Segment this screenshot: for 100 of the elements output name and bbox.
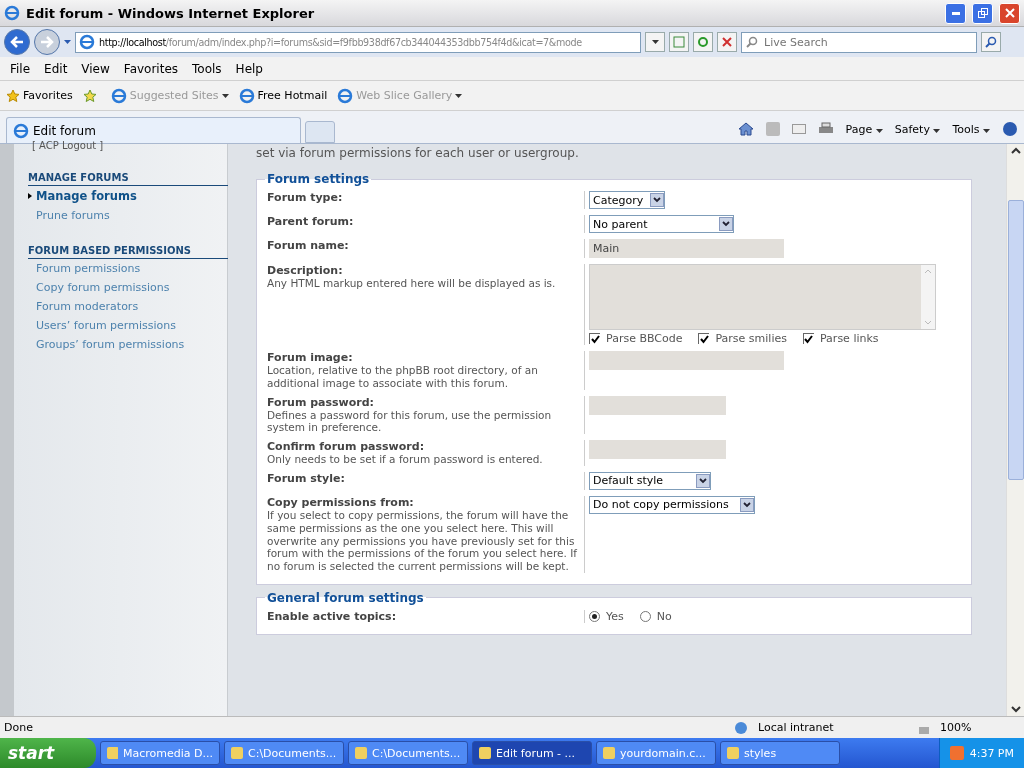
logout-link[interactable]: [ ACP Logout ]: [28, 140, 227, 152]
close-button[interactable]: [999, 2, 1020, 24]
clock: 4:37 PM: [969, 746, 1014, 760]
field-explanation: Location, relative to the phpBB root directory, of an additional image to associate with this forum.: [267, 364, 539, 390]
menu-item[interactable]: Edit: [38, 59, 74, 78]
restore-button[interactable]: [972, 2, 993, 24]
address-field[interactable]: http://localhost/forum/adm/index.php?i=forums&sid=f9fbb938df67cb344044353dbb754f4d&icat=7&mode: [75, 31, 641, 53]
minimize-icon: [951, 11, 960, 15]
panel-legend: General forum settings: [265, 590, 426, 605]
window-title: Edit forum - Windows Internet Explorer: [26, 5, 316, 21]
sidebar-link[interactable]: Copy forum permissions: [28, 278, 227, 297]
dropdown-select[interactable]: No parent: [589, 215, 734, 233]
sidebar-heading: FORUM BASED PERMISSIONS: [28, 243, 228, 259]
app-icon: [479, 747, 491, 759]
minimize-button[interactable]: [945, 2, 966, 24]
dropdown-select[interactable]: Category: [589, 191, 665, 209]
field-explanation: Defines a password for this forum, use the permission system in preference.: [267, 408, 553, 435]
checkbox-label: Parse smilies: [715, 332, 787, 345]
field-label: Confirm forum password:: [267, 440, 426, 454]
menu-item[interactable]: Favorites: [117, 59, 185, 78]
bullet-icon: [28, 193, 32, 199]
caret-icon: [221, 93, 229, 98]
printer-icon[interactable]: [817, 122, 834, 136]
scrollbar-drawing: [921, 265, 935, 329]
text-field[interactable]: [589, 440, 726, 460]
checkbox[interactable]: [803, 333, 814, 344]
restore-icon: [977, 8, 988, 18]
browser-logo-icon: [337, 87, 354, 104]
checkbox[interactable]: [698, 333, 710, 344]
dropdown-select[interactable]: Default style: [589, 472, 711, 490]
mail-icon[interactable]: [791, 124, 806, 134]
intro-text: set via forum permissions for each user or usergroup.: [256, 146, 580, 160]
checkbox-label: Parse BBCode: [606, 332, 683, 345]
caret-icon: [875, 128, 883, 133]
back-button[interactable]: [4, 29, 30, 55]
command-menu[interactable]: Safety: [894, 122, 941, 136]
menu-item[interactable]: Tools: [186, 59, 228, 78]
dropdown-select[interactable]: Do not copy permissions: [589, 496, 755, 514]
panel-legend: Forum settings: [265, 172, 372, 186]
app-icon: [107, 747, 118, 759]
scroll-thumb[interactable]: [1007, 200, 1024, 480]
browser-logo-icon: [110, 87, 127, 104]
field-label: Enable active topics:: [267, 609, 398, 623]
radio-label: Yes: [606, 609, 624, 623]
sidebar-link[interactable]: Manage forums: [28, 186, 227, 206]
field-explanation: Any HTML markup entered here will be displayed as is.: [267, 277, 557, 290]
checkbox-label: Parse links: [820, 332, 879, 345]
field-explanation: If you select to copy permissions, the forum will have the same permissions as the one you select here. This will overwrite any permissions you have previously set for this forum with the permissions of the forum you select here. If no forum is selected the current permissions will be kept.: [267, 509, 578, 573]
search-icon: [746, 36, 758, 48]
refresh-button[interactable]: [693, 32, 713, 52]
caret-icon: [983, 128, 990, 133]
sidebar-link[interactable]: Prune forums: [28, 206, 227, 225]
taskbar-button[interactable]: Edit forum - ...: [472, 741, 592, 765]
favorites-button[interactable]: Favorites: [6, 88, 73, 103]
text-field[interactable]: [589, 395, 726, 415]
zoom-level[interactable]: 100%: [940, 721, 1020, 734]
text-field[interactable]: Main: [589, 239, 784, 258]
close-icon: [1004, 8, 1015, 18]
sidebar-heading: MANAGE FORUMS: [28, 170, 228, 186]
field-label: Copy permissions from:: [267, 496, 415, 509]
caret-icon: [64, 40, 71, 44]
field-label: Description:: [267, 264, 344, 277]
radio-label: No: [656, 609, 672, 623]
menu-item[interactable]: Help: [229, 59, 269, 78]
address-dropdown-button[interactable]: [645, 32, 665, 52]
browser-logo-icon: [13, 122, 29, 139]
radio-button[interactable]: [589, 610, 600, 622]
menu-item[interactable]: View: [75, 59, 116, 78]
browser-logo-icon: [4, 5, 20, 21]
field-label: Parent forum:: [267, 215, 355, 228]
caret-icon: [933, 128, 941, 133]
sidebar-link[interactable]: Groups’ forum permissions: [28, 335, 227, 354]
checkbox[interactable]: [589, 333, 600, 344]
security-zone: Local intranet: [758, 721, 835, 734]
left-arrow-icon: [10, 36, 24, 48]
field-label: Forum image:: [267, 351, 354, 364]
scrollbar[interactable]: [1006, 144, 1024, 716]
radio-button[interactable]: [639, 610, 651, 622]
menu-item[interactable]: File: [4, 59, 37, 78]
field-explanation: Only needs to be set if a forum password is entered.: [267, 453, 544, 466]
caret-icon: [651, 40, 659, 44]
sidebar-link[interactable]: Forum moderators: [28, 297, 227, 316]
command-menu[interactable]: Page: [845, 122, 883, 136]
sidebar-link[interactable]: Forum permissions: [28, 259, 227, 278]
field-label: Forum password:: [267, 395, 375, 409]
page-icon: [673, 36, 685, 48]
stop-button[interactable]: [717, 32, 737, 52]
forward-button[interactable]: [34, 29, 60, 55]
text-field[interactable]: [589, 351, 784, 370]
search-field[interactable]: Live Search: [741, 31, 977, 53]
search-button[interactable]: [981, 32, 1001, 52]
command-menu[interactable]: Tools: [952, 122, 990, 136]
sidebar-link[interactable]: Users’ forum permissions: [28, 316, 227, 335]
browser-logo-icon: [79, 34, 95, 50]
favorites-link[interactable]: Free Hotmail: [238, 87, 328, 104]
search-icon: [985, 36, 997, 48]
app-icon: [727, 747, 739, 759]
right-arrow-icon: [40, 36, 54, 48]
status-text: Done: [4, 721, 34, 734]
home-icon[interactable]: [737, 122, 754, 136]
